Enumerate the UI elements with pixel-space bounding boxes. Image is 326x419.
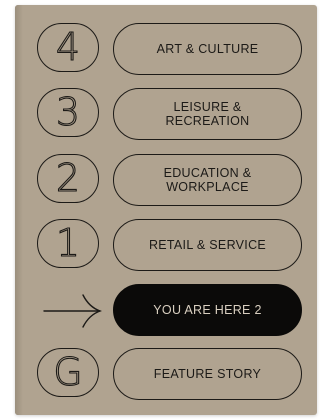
floor-marker-4: 4 [37, 23, 99, 72]
floor-label-1: RETAIL & SERVICE [113, 219, 302, 271]
book-cover-canvas: 4 ART & CULTURE 3 LEISURE & RECREATION 2… [0, 0, 326, 419]
book-cover: 4 ART & CULTURE 3 LEISURE & RECREATION 2… [15, 5, 317, 415]
floor-marker-3: 3 [37, 88, 99, 137]
floor-marker-1: 1 [37, 219, 99, 268]
book-spine [15, 5, 23, 415]
floor-marker-ground: G [37, 348, 99, 397]
you-are-here-label: YOU ARE HERE 2 [113, 284, 302, 336]
floor-marker-2: 2 [37, 154, 99, 203]
floor-label-4: ART & CULTURE [113, 23, 302, 75]
arrow-right-icon [43, 294, 103, 328]
floor-label-3: LEISURE & RECREATION [113, 88, 302, 140]
floor-label-2: EDUCATION & WORKPLACE [113, 154, 302, 206]
floor-label-ground: FEATURE STORY [113, 348, 302, 400]
